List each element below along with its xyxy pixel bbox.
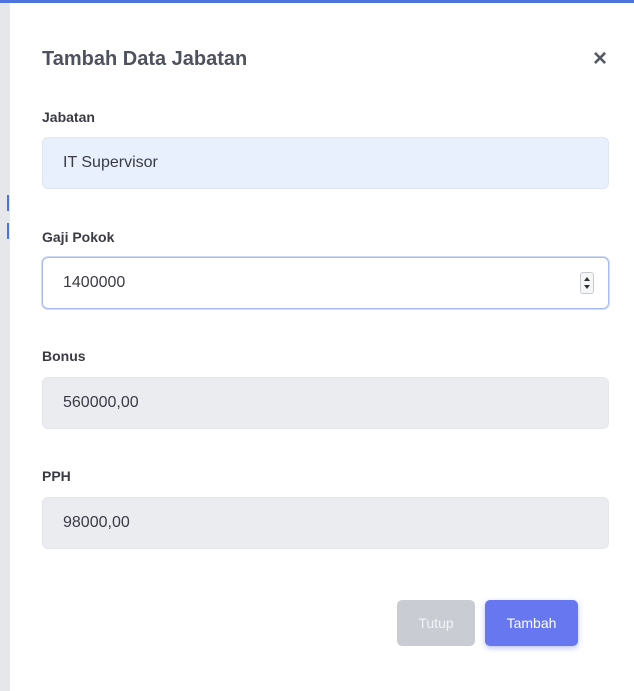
pph-field: 98000,00 bbox=[42, 497, 609, 549]
stepper-up-icon[interactable] bbox=[584, 277, 590, 281]
pph-value: 98000,00 bbox=[63, 514, 130, 531]
edge-mark bbox=[7, 195, 9, 211]
jabatan-input[interactable]: IT Supervisor bbox=[42, 137, 609, 189]
pph-label: PPH bbox=[42, 468, 71, 484]
gaji-pokok-input[interactable]: 1400000 bbox=[42, 257, 609, 309]
bonus-value: 560000,00 bbox=[63, 394, 139, 411]
add-button[interactable]: Tambah bbox=[485, 600, 578, 646]
stepper-down-icon[interactable] bbox=[584, 285, 590, 289]
edge-mark bbox=[7, 223, 9, 239]
close-icon[interactable]: × bbox=[588, 45, 612, 73]
number-stepper[interactable] bbox=[580, 272, 594, 294]
bonus-label: Bonus bbox=[42, 348, 86, 364]
jabatan-label: Jabatan bbox=[42, 109, 95, 125]
modal-backdrop-edge bbox=[0, 3, 10, 691]
close-button[interactable]: Tutup bbox=[397, 600, 475, 646]
bonus-field: 560000,00 bbox=[42, 377, 609, 429]
add-position-modal: Tambah Data Jabatan × Jabatan IT Supervi… bbox=[10, 3, 634, 691]
modal-title: Tambah Data Jabatan bbox=[42, 48, 248, 70]
gaji-pokok-label: Gaji Pokok bbox=[42, 229, 115, 245]
gaji-pokok-value: 1400000 bbox=[63, 274, 126, 291]
jabatan-value: IT Supervisor bbox=[63, 154, 158, 171]
